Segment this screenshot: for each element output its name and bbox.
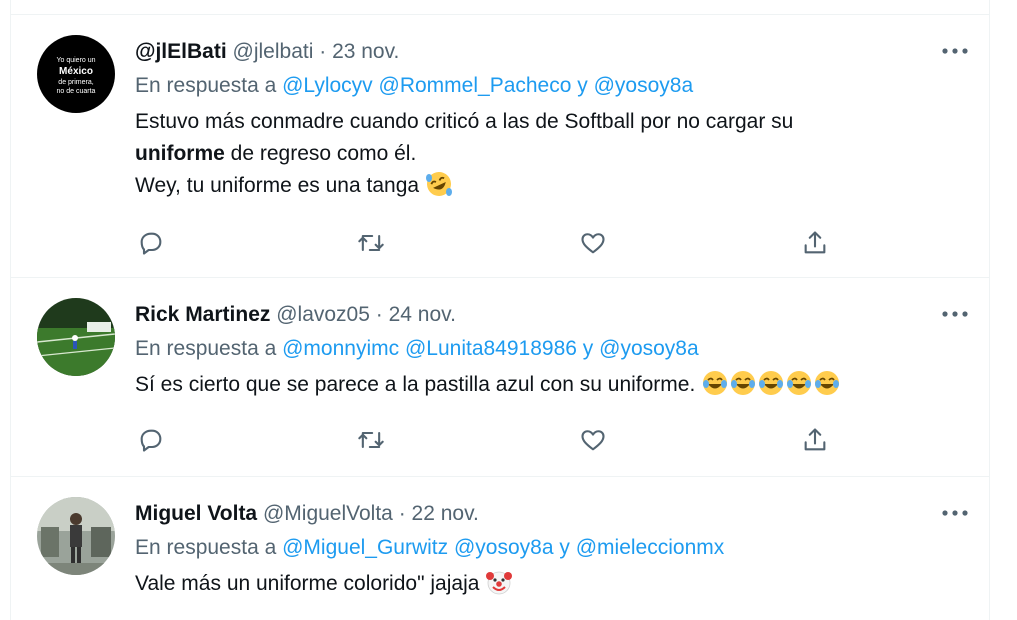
tweet-text: Vale más un uniforme colorido" jajaja bbox=[135, 568, 969, 606]
rolling-on-floor-laughing-emoji bbox=[425, 170, 453, 208]
avatar-image bbox=[37, 298, 115, 376]
tweet-date[interactable]: 23 nov. bbox=[332, 40, 399, 63]
face-with-tears-of-joy-emoji bbox=[729, 369, 757, 407]
tweet-text-line: Sí es cierto que se parece a la pastilla… bbox=[135, 373, 696, 396]
emoji-group bbox=[701, 371, 841, 396]
twitter-replies-screenshot: Yo quiero un México de primera, no de cu… bbox=[0, 0, 1017, 620]
more-options-button[interactable] bbox=[937, 37, 973, 65]
tweet-text: Sí es cierto que se parece a la pastilla… bbox=[135, 369, 969, 407]
user-handle[interactable]: @lavoz05 bbox=[276, 303, 370, 326]
tweet-text-line: uniforme de regreso como él. bbox=[135, 138, 969, 170]
share-button[interactable] bbox=[799, 227, 831, 259]
mention-link[interactable]: @Lylocyv bbox=[282, 74, 373, 97]
reply-button[interactable] bbox=[135, 424, 167, 456]
more-options-button[interactable] bbox=[937, 300, 973, 328]
tweet-3[interactable]: Miguel Volta @MiguelVolta · 22 nov. En r… bbox=[11, 477, 989, 620]
face-with-tears-of-joy-emoji bbox=[757, 369, 785, 407]
mention-joiner: y bbox=[577, 74, 588, 97]
tweet-header: @jlElBati @jlelbati · 23 nov. bbox=[135, 37, 969, 67]
reply-prefix: En respuesta a bbox=[135, 536, 277, 559]
like-icon bbox=[581, 233, 605, 254]
separator-dot: · bbox=[375, 303, 383, 326]
avatar-image: Yo quiero un México de primera, no de cu… bbox=[37, 35, 115, 113]
reply-icon bbox=[140, 232, 162, 255]
mention-link[interactable]: @yosoy8a bbox=[454, 536, 554, 559]
avatar-text-1: Yo quiero un bbox=[56, 57, 95, 64]
face-with-tears-of-joy-emoji bbox=[813, 369, 841, 407]
tweet-header: Miguel Volta @MiguelVolta · 22 nov. bbox=[135, 499, 969, 529]
previous-tweet-edge bbox=[11, 0, 989, 15]
share-icon bbox=[804, 428, 826, 451]
separator-dot: · bbox=[319, 40, 327, 63]
more-icon bbox=[942, 311, 968, 317]
tweet-text-line: Estuvo más conmadre cuando criticó a las… bbox=[135, 110, 794, 133]
share-icon bbox=[804, 231, 826, 254]
mention-link[interactable]: @Miguel_Gurwitz bbox=[282, 536, 448, 559]
tweet-date[interactable]: 22 nov. bbox=[412, 502, 479, 525]
reply-to-line: En respuesta a @monnyimc @Lunita84918986… bbox=[135, 333, 969, 365]
action-bar bbox=[135, 227, 835, 259]
share-button[interactable] bbox=[799, 424, 831, 456]
tweet-content: Miguel Volta @MiguelVolta · 22 nov. En r… bbox=[135, 499, 969, 606]
avatar[interactable] bbox=[37, 298, 115, 376]
reply-icon bbox=[140, 429, 162, 452]
tweet-text-fragment: Wey, tu uniforme es una tanga bbox=[135, 174, 420, 197]
tweet-2[interactable]: Rick Martinez @lavoz05 · 24 nov. En resp… bbox=[11, 278, 989, 477]
mention-link[interactable]: @yosoy8a bbox=[599, 337, 699, 360]
tweet-text: Estuvo más conmadre cuando criticó a las… bbox=[135, 106, 969, 208]
mention-link[interactable]: @Rommel_Pacheco bbox=[379, 74, 572, 97]
tweet-header: Rick Martinez @lavoz05 · 24 nov. bbox=[135, 300, 969, 330]
clown-face-emoji bbox=[485, 568, 513, 606]
user-handle[interactable]: @jlelbati bbox=[233, 40, 314, 63]
tweet-content: Rick Martinez @lavoz05 · 24 nov. En resp… bbox=[135, 300, 969, 407]
tweet-text-fragment: de regreso como él. bbox=[224, 142, 417, 165]
tweet-date[interactable]: 24 nov. bbox=[389, 303, 456, 326]
avatar-text-4: no de cuarta bbox=[57, 88, 96, 95]
reply-to-line: En respuesta a @Lylocyv @Rommel_Pacheco … bbox=[135, 70, 969, 102]
retweet-icon bbox=[358, 431, 384, 449]
reply-prefix: En respuesta a bbox=[135, 74, 277, 97]
mention-joiner: y bbox=[582, 337, 594, 360]
mention-link[interactable]: @mieleccionmx bbox=[576, 536, 725, 559]
display-name[interactable]: @jlElBati bbox=[135, 40, 227, 63]
tweet-text-line: Vale más un uniforme colorido" jajaja bbox=[135, 572, 480, 595]
mention-link[interactable]: @Lunita84918986 bbox=[405, 337, 577, 360]
bold-word: uniforme bbox=[135, 142, 225, 165]
reply-button[interactable] bbox=[135, 227, 167, 259]
replies-feed: Yo quiero un México de primera, no de cu… bbox=[10, 0, 990, 620]
display-name[interactable]: Rick Martinez bbox=[135, 303, 270, 326]
face-with-tears-of-joy-emoji bbox=[701, 369, 729, 407]
avatar[interactable] bbox=[37, 497, 115, 575]
more-icon bbox=[942, 48, 968, 54]
avatar-image bbox=[37, 497, 115, 575]
user-handle[interactable]: @MiguelVolta bbox=[263, 502, 393, 525]
tweet-content: @jlElBati @jlelbati · 23 nov. En respues… bbox=[135, 37, 969, 208]
display-name[interactable]: Miguel Volta bbox=[135, 502, 257, 525]
action-bar bbox=[135, 424, 835, 456]
like-button[interactable] bbox=[577, 227, 609, 259]
tweet-1[interactable]: Yo quiero un México de primera, no de cu… bbox=[11, 15, 989, 278]
avatar-text-2: México bbox=[59, 66, 93, 77]
mention-joiner: y bbox=[559, 536, 570, 559]
reply-prefix: En respuesta a bbox=[135, 337, 277, 360]
mention-link[interactable]: @monnyimc bbox=[282, 337, 399, 360]
tweet-text-line: Wey, tu uniforme es una tanga bbox=[135, 170, 969, 208]
mention-link[interactable]: @yosoy8a bbox=[594, 74, 694, 97]
like-button[interactable] bbox=[577, 424, 609, 456]
retweet-icon bbox=[358, 234, 384, 252]
retweet-button[interactable] bbox=[355, 227, 387, 259]
avatar[interactable]: Yo quiero un México de primera, no de cu… bbox=[37, 35, 115, 113]
separator-dot: · bbox=[398, 502, 406, 525]
avatar-text-3: de primera, bbox=[58, 79, 93, 86]
more-icon bbox=[942, 510, 968, 516]
face-with-tears-of-joy-emoji bbox=[785, 369, 813, 407]
like-icon bbox=[581, 430, 605, 451]
retweet-button[interactable] bbox=[355, 424, 387, 456]
more-options-button[interactable] bbox=[937, 499, 973, 527]
reply-to-line: En respuesta a @Miguel_Gurwitz @yosoy8a … bbox=[135, 532, 969, 564]
